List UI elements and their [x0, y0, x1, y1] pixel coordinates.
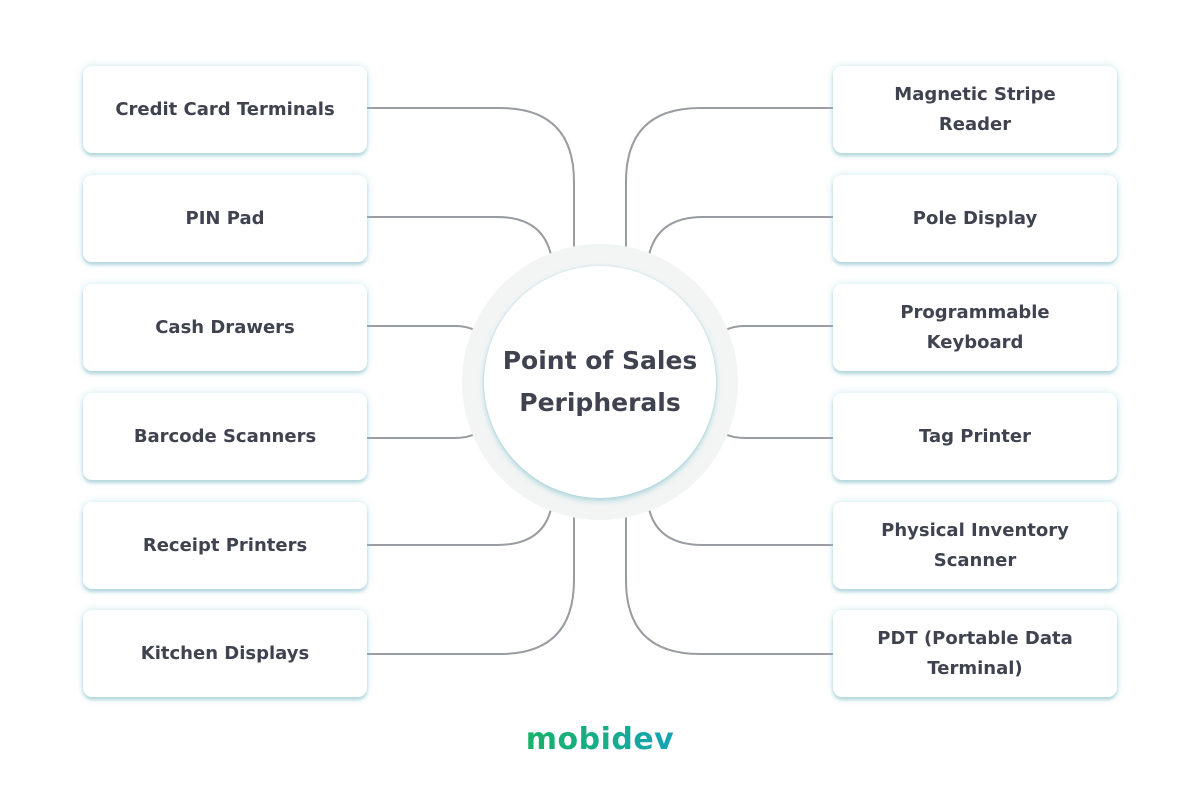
central-topic-title-line-2: Peripherals — [519, 388, 681, 417]
peripheral-node-right: Magnetic Stripe Reader — [833, 66, 1117, 153]
logo-text: mobidev — [525, 722, 675, 757]
peripheral-node-right: Tag Printer — [833, 393, 1117, 480]
peripheral-node-left: Credit Card Terminals — [83, 66, 367, 153]
connector-left-6 — [367, 497, 575, 655]
peripheral-node-right: Physical Inventory Scanner — [833, 502, 1117, 589]
peripheral-node-right: Programmable Keyboard — [833, 284, 1117, 371]
connector-right-6 — [625, 497, 833, 655]
node-label: PIN Pad — [185, 207, 265, 229]
node-label: Pole Display — [912, 207, 1038, 229]
mind-map-diagram: Point of Sales Peripherals Credit Card T… — [0, 0, 1200, 800]
connector-right-1 — [625, 107, 833, 268]
node-label: Tag Printer — [919, 425, 1031, 447]
node-label: Physical Inventory Scanner — [881, 519, 1069, 571]
mobidev-logo: mobidev — [0, 722, 1200, 757]
connector-right-5 — [646, 489, 833, 546]
peripheral-node-left: Barcode Scanners — [83, 393, 367, 480]
node-label: Magnetic Stripe Reader — [894, 83, 1056, 135]
peripheral-node-left: Kitchen Displays — [83, 610, 367, 697]
peripheral-node-left: PIN Pad — [83, 175, 367, 262]
connector-left-1 — [367, 107, 575, 268]
peripheral-node-right: Pole Display — [833, 175, 1117, 262]
node-label: Cash Drawers — [155, 316, 295, 338]
central-topic-title-line-1: Point of Sales — [502, 346, 698, 375]
node-label: Kitchen Displays — [140, 642, 310, 664]
peripheral-node-right: PDT (Portable Data Terminal) — [833, 610, 1117, 697]
node-label: Receipt Printers — [142, 534, 308, 556]
peripheral-node-left: Receipt Printers — [83, 502, 367, 589]
node-label: Programmable Keyboard — [900, 301, 1050, 353]
central-topic-node: Point of Sales Peripherals — [484, 266, 716, 498]
node-label: PDT (Portable Data Terminal) — [877, 627, 1073, 679]
node-label: Credit Card Terminals — [115, 98, 335, 120]
peripheral-node-left: Cash Drawers — [83, 284, 367, 371]
node-label: Barcode Scanners — [133, 425, 317, 447]
